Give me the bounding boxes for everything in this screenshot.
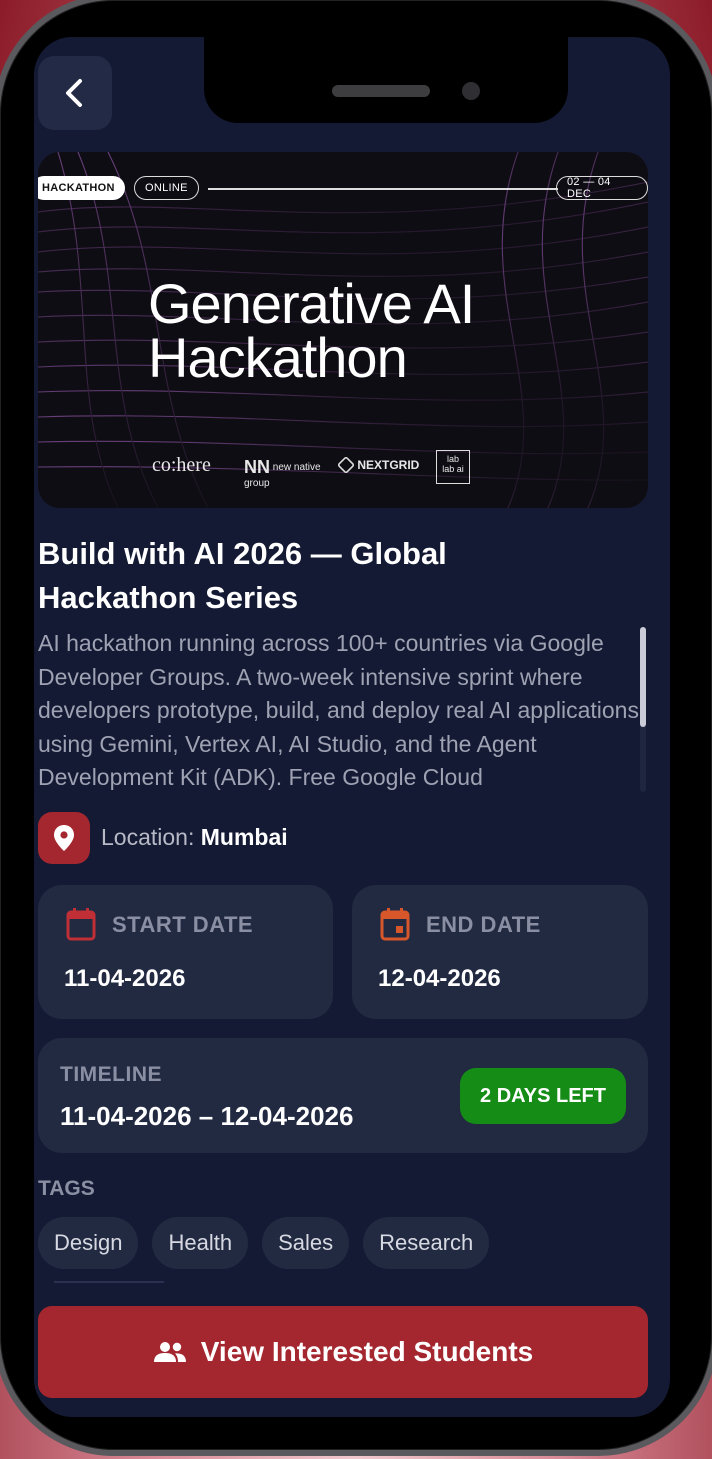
- banner-tag-online: ONLINE: [134, 176, 199, 200]
- sponsor-nextgrid-logo: NEXTGRID: [336, 455, 420, 475]
- banner-headline-line2: Hackathon: [148, 326, 408, 389]
- tag-chip-design[interactable]: Design: [38, 1217, 139, 1269]
- event-description-scroll[interactable]: AI hackathon running across 100+ countri…: [38, 627, 650, 792]
- sponsor-cohere-logo: co:here: [152, 454, 211, 476]
- calendar-icon: [66, 908, 96, 941]
- start-date-label: START DATE: [112, 912, 254, 937]
- view-interested-students-button[interactable]: View Interested Students: [38, 1306, 648, 1398]
- event-title: Build with AI 2026 — Global Hackathon Se…: [38, 536, 447, 615]
- description-scrollbar-thumb[interactable]: [640, 627, 646, 727]
- section-divider: [54, 1281, 164, 1283]
- end-date-value: 12-04-2026: [378, 965, 501, 992]
- calendar-end-icon: [380, 908, 410, 941]
- device-notch: [204, 37, 568, 123]
- view-interested-students-label: View Interested Students: [200, 1336, 534, 1367]
- banner-date-pill: 02 — 04 DEC: [556, 176, 648, 200]
- app-screen: Event Details: [34, 37, 670, 1417]
- sponsor-lablab-logo: lab lab ai: [436, 450, 470, 484]
- front-camera: [462, 82, 480, 100]
- start-date-value: 11-04-2026: [64, 965, 186, 992]
- banner-divider-line: [208, 188, 558, 190]
- end-date-card: END DATE 12-04-2026: [352, 885, 648, 1019]
- tags-list: Design Health Sales Research: [38, 1217, 490, 1269]
- location-value: Mumbai: [200, 824, 288, 850]
- banner-headline: Generative AI Hackathon: [148, 272, 475, 389]
- timeline-value: 11-04-2026 – 12-04-2026: [60, 1101, 354, 1131]
- tags-label: TAGS: [38, 1177, 95, 1200]
- sponsor-newnative-logo: NN new native group: [244, 457, 321, 489]
- sponsor-nextgrid-label: NEXTGRID: [357, 458, 420, 472]
- timeline-label: TIMELINE: [60, 1063, 162, 1086]
- timeline-card: TIMELINE 11-04-2026 – 12-04-2026 2 DAYS …: [38, 1038, 648, 1153]
- location-pin-icon: [54, 825, 74, 851]
- location-text: Location: Mumbai: [101, 824, 288, 851]
- speaker-grille: [332, 85, 430, 97]
- banner-tag-hackathon: HACKATHON: [38, 176, 125, 200]
- start-date-card: START DATE 11-04-2026: [38, 885, 333, 1019]
- days-left-badge: 2 DAYS LEFT: [460, 1068, 626, 1124]
- people-icon: [153, 1342, 186, 1362]
- tag-chip-health[interactable]: Health: [152, 1217, 249, 1269]
- tag-chip-sales[interactable]: Sales: [262, 1217, 350, 1269]
- location-icon-box: [38, 812, 90, 864]
- event-banner-image: HACKATHON ONLINE 02 — 04 DEC Generative …: [38, 152, 648, 508]
- end-date-label: END DATE: [426, 912, 541, 937]
- location-label: Location:: [101, 824, 195, 850]
- tag-chip-research[interactable]: Research: [363, 1217, 490, 1269]
- banner-headline-line1: Generative AI: [148, 272, 475, 335]
- event-description: AI hackathon running across 100+ countri…: [38, 630, 639, 790]
